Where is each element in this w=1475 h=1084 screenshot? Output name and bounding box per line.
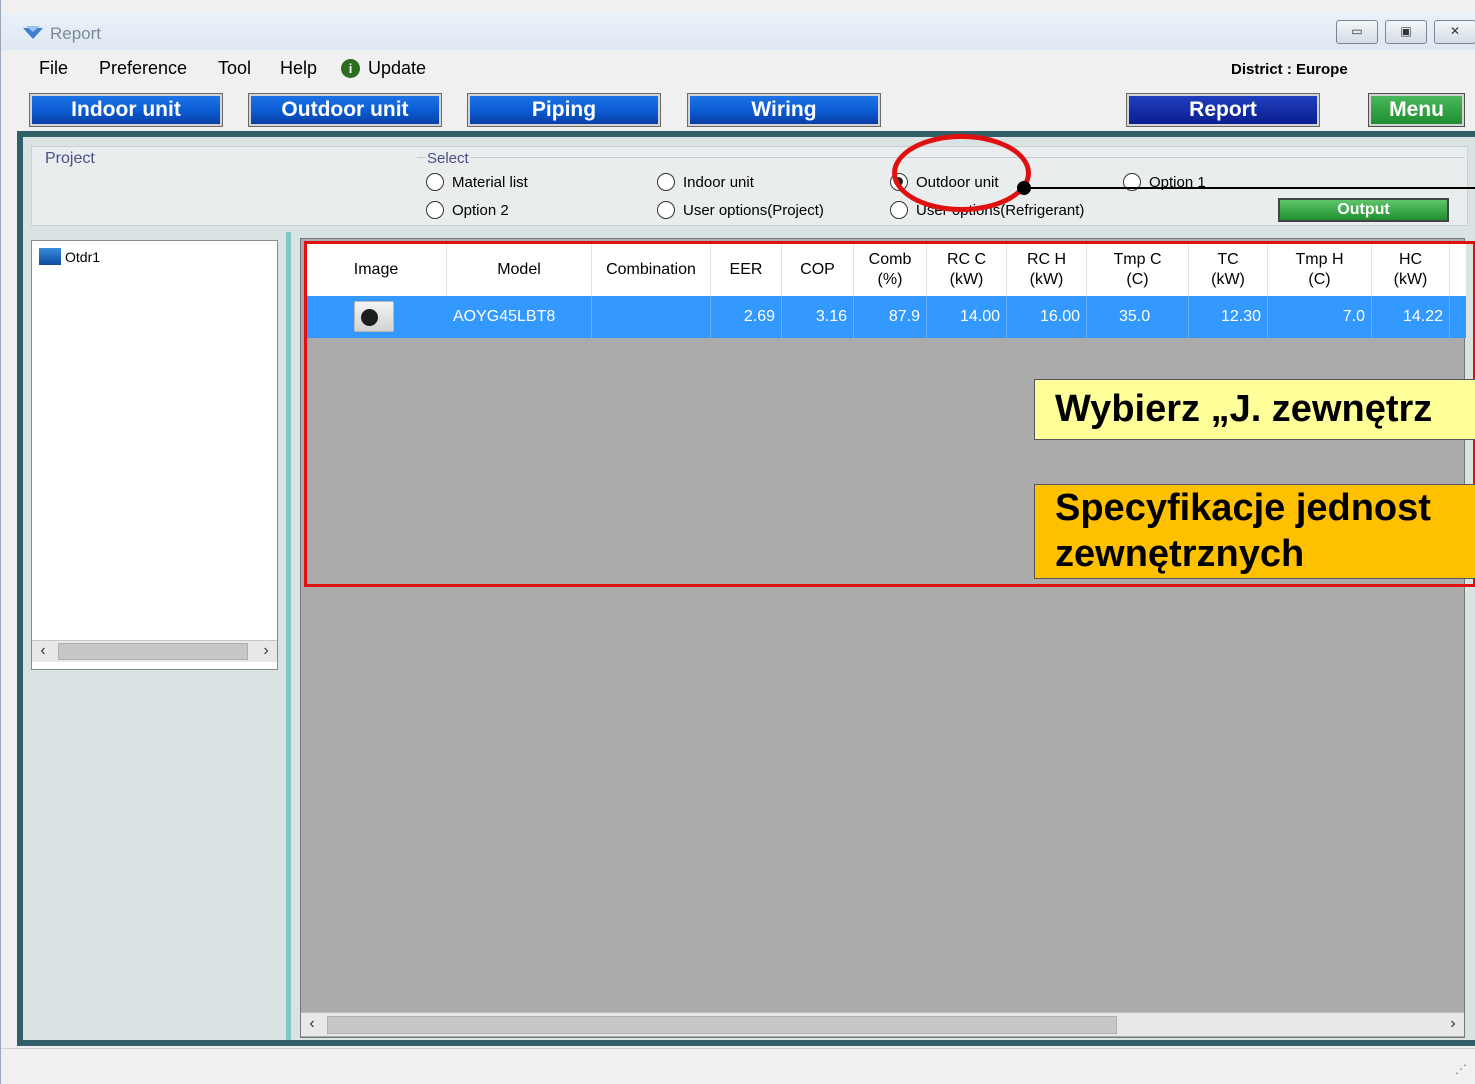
wiring-label: Wiring	[690, 96, 878, 124]
project-tree[interactable]	[31, 240, 278, 670]
callout-select-outdoor: Wybierz „J. zewnętrz	[1034, 379, 1475, 440]
highlight-outdoor-radio	[892, 134, 1031, 212]
radio-option-2[interactable]: Option 2	[426, 201, 509, 219]
menu-preference[interactable]: Preference	[99, 58, 187, 79]
radio-label: Indoor unit	[683, 174, 754, 191]
callout-dot	[1017, 181, 1031, 195]
outdoor-unit-label: Outdoor unit	[251, 96, 439, 124]
district-label: District : Europe	[1231, 61, 1348, 78]
radio-circle	[657, 201, 675, 219]
piping-button[interactable]: Piping	[467, 93, 661, 127]
grid-horizontal-scrollbar[interactable]: ‹ ›	[301, 1012, 1464, 1036]
radio-user-options-project[interactable]: User options(Project)	[657, 201, 824, 219]
select-group-label: Select	[425, 150, 471, 167]
app-logo-icon	[23, 26, 43, 39]
indoor-unit-button[interactable]: Indoor unit	[29, 93, 223, 127]
wiring-button[interactable]: Wiring	[687, 93, 881, 127]
callout-outdoor-specs: Specyfikacje jednost zewnętrznych	[1034, 484, 1475, 579]
project-group-label: Project	[43, 150, 97, 168]
info-icon[interactable]: i	[341, 59, 360, 78]
indoor-unit-label: Indoor unit	[32, 96, 220, 124]
tree-item-otdr1[interactable]: Otdr1	[39, 248, 100, 265]
report-button[interactable]: Report	[1126, 93, 1320, 127]
menu-help[interactable]: Help	[280, 58, 317, 79]
radio-circle	[890, 201, 908, 219]
maximize-button[interactable]: ▣	[1385, 20, 1427, 44]
tree-item-label: Otdr1	[65, 249, 101, 265]
menu-button[interactable]: Menu	[1368, 93, 1465, 127]
output-button[interactable]: Output	[1278, 198, 1449, 222]
callout-line-1: Specyfikacje jednost	[1055, 487, 1431, 529]
status-bar	[1, 1048, 1475, 1084]
scroll-left-icon[interactable]: ‹	[32, 641, 54, 662]
tree-horizontal-scrollbar[interactable]: ‹ ›	[32, 640, 277, 662]
radio-label: User options(Project)	[683, 202, 824, 219]
scroll-thumb[interactable]	[327, 1016, 1117, 1034]
window-title: Report	[50, 24, 102, 43]
title-bar	[1, 14, 1475, 50]
scroll-thumb[interactable]	[58, 643, 248, 660]
radio-label: Material list	[452, 174, 528, 191]
outdoor-unit-icon	[39, 248, 61, 265]
callout-line-2: zewnętrznych	[1055, 533, 1305, 575]
scroll-left-icon[interactable]: ‹	[301, 1013, 323, 1036]
radio-indoor-unit[interactable]: Indoor unit	[657, 173, 754, 191]
radio-circle	[426, 201, 444, 219]
close-button[interactable]: ✕	[1434, 20, 1475, 44]
report-label: Report	[1129, 96, 1317, 124]
radio-circle	[426, 173, 444, 191]
radio-label: Option 2	[452, 202, 509, 219]
panel-splitter[interactable]	[286, 232, 291, 1040]
callout-line	[1023, 187, 1475, 189]
scroll-right-icon[interactable]: ›	[255, 641, 277, 662]
menu-update[interactable]: Update	[368, 58, 426, 79]
outdoor-unit-button[interactable]: Outdoor unit	[248, 93, 442, 127]
menu-label: Menu	[1371, 96, 1462, 124]
minimize-button[interactable]: ▭	[1336, 20, 1378, 44]
resize-grip-icon[interactable]: ⋰	[1455, 1062, 1467, 1076]
menu-file[interactable]: File	[39, 58, 68, 79]
radio-material-list[interactable]: Material list	[426, 173, 528, 191]
menu-tool[interactable]: Tool	[218, 58, 251, 79]
scroll-right-icon[interactable]: ›	[1442, 1013, 1464, 1036]
report-window: Report ▭ ▣ ✕ File Preference Tool Help i…	[0, 0, 1475, 1084]
radio-circle	[657, 173, 675, 191]
piping-label: Piping	[470, 96, 658, 124]
